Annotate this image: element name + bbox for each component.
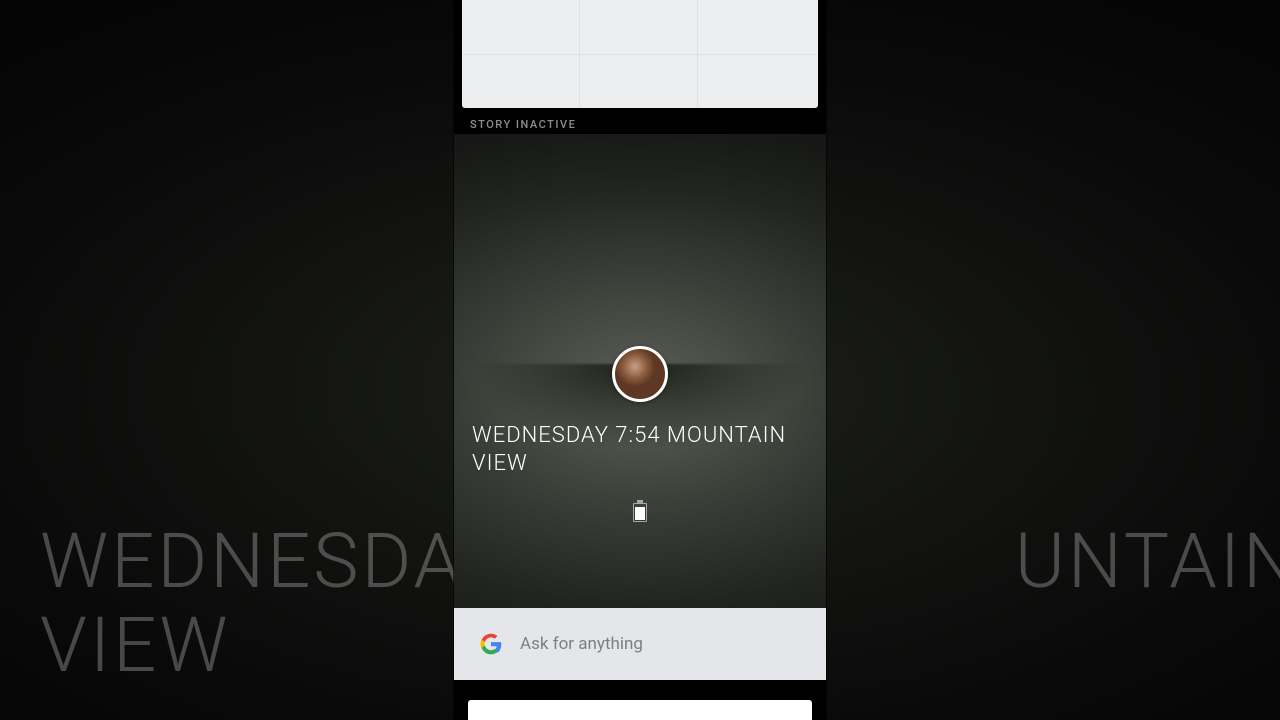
phone-frame: STORY INACTIVE WEDNESDAY 7:54 MOUNTAIN V… xyxy=(454,0,826,720)
context-timestamp: WEDNESDAY 7:54 MOUNTAIN VIEW xyxy=(472,422,808,477)
assistant-prompt[interactable]: Ask for anything xyxy=(520,634,643,654)
app-stage: WEDNESDA VIEW UNTAIN STORY INACTIVE WEDN… xyxy=(0,0,1280,720)
battery-icon xyxy=(633,500,647,522)
wallpaper-area[interactable]: WEDNESDAY 7:54 MOUNTAIN VIEW xyxy=(454,134,826,610)
bottom-card-peek[interactable] xyxy=(468,700,812,720)
calendar-grid-card[interactable] xyxy=(462,0,818,108)
google-g-logo-icon xyxy=(480,633,502,655)
user-avatar[interactable] xyxy=(612,346,668,402)
assistant-bar[interactable]: Ask for anything xyxy=(454,608,826,680)
story-status-label: STORY INACTIVE xyxy=(470,118,576,131)
